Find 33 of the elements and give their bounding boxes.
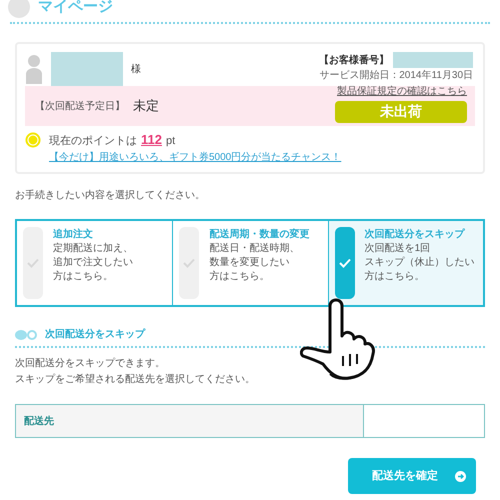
check-icon [338,258,351,268]
option-description: 配送日・配送時期、 数量を変更したい 方はこちら。 [209,242,300,284]
checkbox[interactable] [334,227,355,299]
instruction-text: お手続きしたい内容を選択してください。 [15,188,206,203]
next-delivery-label: 【次回配送予定日】 [35,100,125,114]
option-description: 定期配送に加え、 追加で注文したい 方はこちら。 [53,242,133,284]
user-icon [25,54,43,84]
points-label: 現在のポイントは [49,134,137,149]
checkbox[interactable] [23,227,43,299]
skip-icon [15,328,37,340]
arrow-circle-icon [455,470,466,482]
option-card[interactable]: 次回配送分をスキップ 次回配送を1回 スキップ（休止）したい 方はこちら。 [328,221,483,305]
option-title: 配送周期・数量の変更 [209,227,310,242]
honorific: 様 [131,62,141,76]
service-start-date: サービス開始日：2014年11月30日 [319,69,473,83]
option-title: 次回配送分をスキップ [364,227,466,242]
option-title: 追加注文 [53,227,94,242]
checkbox[interactable] [179,227,200,299]
customer-number-label: 【お客様番号】 [319,53,389,68]
next-delivery-value: 未定 [133,97,159,116]
section-title: 次回配送分をスキップ [45,327,145,342]
shipping-status-badge: 未出荷 [335,100,467,122]
redacted-name [51,52,123,86]
points-icon [25,132,41,148]
avatar-icon [8,0,30,18]
section-description: 次回配送分をスキップできます。 スキップをご希望される配送先を選択してください。 [15,356,256,387]
table-label: 配送先 [24,414,54,428]
option-description: 次回配送を1回 スキップ（休止）したい 方はこちら。 [364,242,475,284]
check-icon [27,258,39,268]
warranty-link[interactable]: 製品保証規定の確認はこちら [337,84,467,98]
points-value: 112 [141,131,162,149]
points-unit: pt [166,134,176,149]
check-icon [183,258,196,268]
